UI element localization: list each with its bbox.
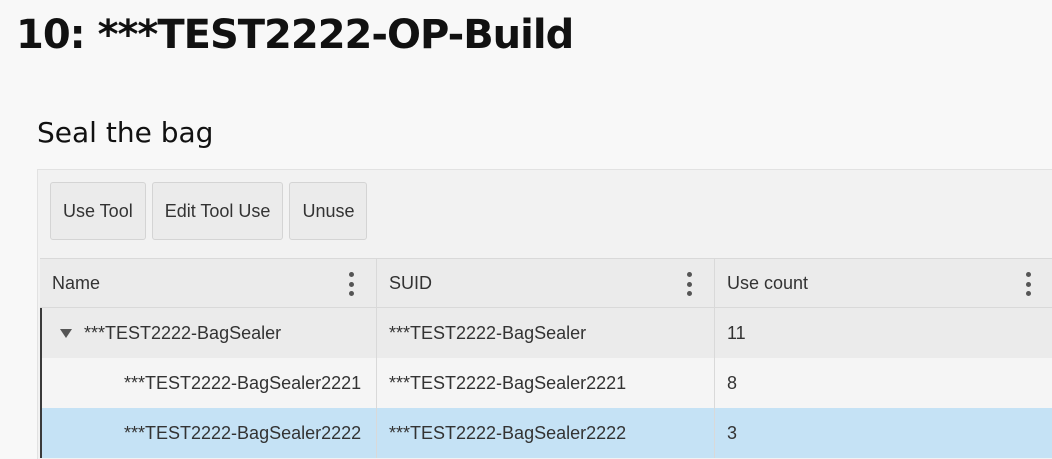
more-vertical-icon[interactable] <box>344 272 358 296</box>
table-row[interactable]: ***TEST2222-BagSealer ***TEST2222-BagSea… <box>40 308 1052 358</box>
column-header-name-label: Name <box>52 272 101 293</box>
unuse-button[interactable]: Unuse <box>289 182 368 240</box>
cell-name: ***TEST2222-BagSealer <box>40 308 377 358</box>
section-title: Seal the bag <box>37 116 214 149</box>
column-header-use-count[interactable]: Use count <box>715 259 1052 307</box>
cell-suid: ***TEST2222-BagSealer2222 <box>377 408 715 458</box>
grid-header: Name SUID Use count <box>40 258 1052 308</box>
table-row[interactable]: ***TEST2222-BagSealer2221 ***TEST2222-Ba… <box>40 358 1052 408</box>
cell-name-text: ***TEST2222-BagSealer <box>84 322 282 343</box>
column-header-use-count-label: Use count <box>727 272 809 293</box>
table-row-selected[interactable]: ***TEST2222-BagSealer2222 ***TEST2222-Ba… <box>40 408 1052 458</box>
tool-grid: Name SUID Use count ***TEST2222-BagSeale… <box>40 258 1052 458</box>
cell-use-count: 11 <box>727 322 746 343</box>
cell-name: ***TEST2222-BagSealer2222 <box>40 408 377 458</box>
tool-use-panel: Use Tool Edit Tool Use Unuse Name SUID U… <box>37 169 1052 459</box>
edit-tool-use-button[interactable]: Edit Tool Use <box>151 182 284 240</box>
use-tool-button[interactable]: Use Tool <box>50 182 146 240</box>
page-title: 10: ***TEST2222-OP-Build <box>16 12 574 58</box>
triangle-down-icon[interactable] <box>60 328 72 338</box>
cell-suid: ***TEST2222-BagSealer2221 <box>377 358 715 408</box>
more-vertical-icon[interactable] <box>682 272 696 296</box>
column-header-suid[interactable]: SUID <box>377 259 715 307</box>
cell-suid: ***TEST2222-BagSealer <box>377 308 715 358</box>
cell-name: ***TEST2222-BagSealer2221 <box>40 358 377 408</box>
cell-use-count: 3 <box>727 422 738 443</box>
toolbar: Use Tool Edit Tool Use Unuse <box>50 182 368 240</box>
column-header-suid-label: SUID <box>389 272 433 293</box>
cell-use-count: 8 <box>727 372 738 393</box>
column-header-name[interactable]: Name <box>40 259 377 307</box>
more-vertical-icon[interactable] <box>1021 272 1035 296</box>
